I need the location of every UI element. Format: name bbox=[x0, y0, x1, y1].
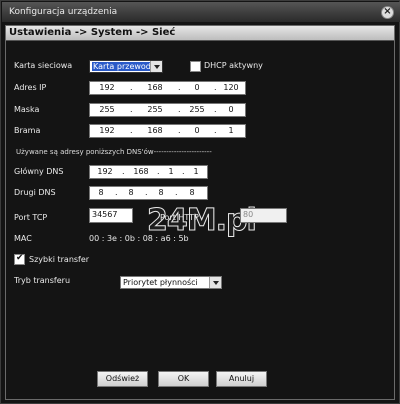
dns1-octet-3: 1 bbox=[168, 167, 174, 176]
tcp-port-input[interactable]: 34567 bbox=[89, 208, 133, 223]
mask-octet-2: 255 bbox=[147, 105, 163, 114]
close-icon: × bbox=[383, 6, 392, 17]
network-card-select[interactable]: Karta przewodo bbox=[89, 60, 163, 73]
mac-value: 00 : 3e : 0b : 08 : a6 : 5b bbox=[89, 234, 189, 243]
gw-octet-4: 1 bbox=[228, 126, 234, 135]
transfer-mode-select[interactable]: Priorytet płynności bbox=[120, 276, 222, 289]
network-card-value: Karta przewodo bbox=[92, 62, 157, 71]
ip-label: Adres IP bbox=[14, 83, 47, 92]
primary-dns-label: Główny DNS bbox=[14, 167, 64, 176]
window-title: Konfiguracja urządzenia bbox=[9, 7, 118, 17]
chevron-down-icon bbox=[209, 277, 221, 288]
transfer-mode-label: Tryb transferu bbox=[14, 276, 71, 285]
dns2-octet-2: 8 bbox=[128, 188, 134, 197]
mask-octet-4: 0 bbox=[228, 105, 234, 114]
mask-octet-3: 255 bbox=[189, 105, 205, 114]
http-port-input[interactable]: 80 bbox=[240, 208, 287, 223]
dns2-octet-1: 8 bbox=[98, 188, 104, 197]
dns2-octet-3: 8 bbox=[158, 188, 164, 197]
ok-button[interactable]: OK bbox=[158, 371, 209, 387]
breadcrumb: Ustawienia -> System -> Sieć bbox=[9, 27, 176, 38]
refresh-button[interactable]: Odśwież bbox=[97, 371, 148, 387]
http-port-label: Port HTTP bbox=[160, 213, 199, 222]
fast-transfer-label: Szybki transfer bbox=[29, 255, 90, 264]
network-settings-panel: Ustawienia -> System -> Sieć Karta sieci… bbox=[5, 25, 395, 400]
primary-dns-field[interactable]: 192. 168. 1. 1 bbox=[89, 165, 208, 179]
ip-octet-1: 192 bbox=[99, 83, 115, 92]
subnet-mask-field[interactable]: 255. 255. 255. 0 bbox=[89, 103, 246, 117]
dhcp-checkbox[interactable] bbox=[190, 61, 201, 72]
gw-octet-1: 192 bbox=[99, 126, 115, 135]
gw-octet-3: 0 bbox=[194, 126, 200, 135]
dns1-octet-4: 1 bbox=[193, 167, 199, 176]
section-header: Ustawienia -> System -> Sieć bbox=[6, 26, 394, 41]
secondary-dns-field[interactable]: 8. 8. 8. 8 bbox=[89, 186, 208, 200]
gateway-label: Brama bbox=[14, 126, 41, 135]
secondary-dns-label: Drugi DNS bbox=[14, 188, 56, 197]
config-window: Konfiguracja urządzenia × Ustawienia -> … bbox=[0, 0, 400, 404]
card-label: Karta sieciowa bbox=[14, 61, 73, 70]
chevron-down-icon bbox=[150, 61, 162, 72]
dns-separator: Używane są adresy poniższych DNS'ów-----… bbox=[16, 148, 212, 156]
tcp-port-label: Port TCP bbox=[14, 213, 48, 222]
gateway-field[interactable]: 192. 168. 0. 1 bbox=[89, 124, 246, 138]
dns1-octet-1: 192 bbox=[97, 167, 113, 176]
mac-label: MAC bbox=[14, 234, 32, 243]
mask-octet-1: 255 bbox=[99, 105, 115, 114]
close-button[interactable]: × bbox=[381, 6, 394, 19]
mask-label: Maska bbox=[14, 105, 40, 114]
cancel-button[interactable]: Anuluj bbox=[216, 371, 267, 387]
dns2-octet-4: 8 bbox=[189, 188, 195, 197]
transfer-mode-value: Priorytet płynności bbox=[123, 278, 198, 287]
dns1-octet-2: 168 bbox=[133, 167, 149, 176]
gw-octet-2: 168 bbox=[147, 126, 163, 135]
ip-octet-4: 120 bbox=[223, 83, 239, 92]
ip-octet-3: 0 bbox=[194, 83, 200, 92]
ip-address-field[interactable]: 192. 168. 0. 120 bbox=[89, 81, 246, 95]
dhcp-label: DHCP aktywny bbox=[204, 61, 263, 70]
checkmark-icon: ✔ bbox=[16, 253, 24, 263]
title-bar: Konfiguracja urządzenia × bbox=[2, 2, 400, 22]
fast-transfer-checkbox[interactable]: ✔ bbox=[14, 253, 25, 265]
ip-octet-2: 168 bbox=[147, 83, 163, 92]
